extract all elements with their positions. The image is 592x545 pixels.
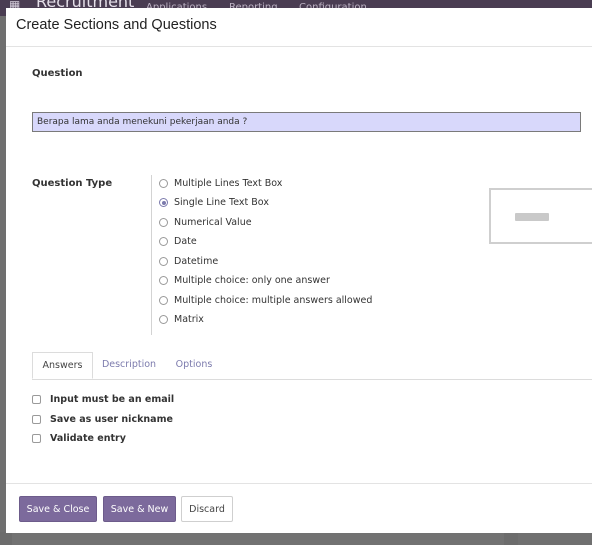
- radio-button[interactable]: [159, 295, 168, 305]
- checkbox[interactable]: [32, 394, 41, 404]
- radio-multiple-choice-multiple-answers[interactable]: Multiple choice: multiple answers allowe…: [159, 293, 372, 307]
- checkbox-label: Save as user nickname: [50, 413, 173, 425]
- radio-numerical-value[interactable]: Numerical Value: [159, 215, 252, 229]
- question-dialog: Create Sections and Questions Question Q…: [6, 8, 592, 533]
- radio-multiple-choice-one-answer[interactable]: Multiple choice: only one answer: [159, 274, 330, 288]
- radio-label: Datetime: [174, 255, 219, 267]
- tab-description[interactable]: Description: [98, 352, 160, 378]
- radio-matrix[interactable]: Matrix: [159, 313, 204, 327]
- question-type-preview: [489, 188, 592, 244]
- save-new-button[interactable]: Save & New: [103, 496, 176, 522]
- radio-single-line-text-box[interactable]: Single Line Text Box: [159, 196, 269, 210]
- dialog-title: Create Sections and Questions: [16, 17, 217, 33]
- dialog-header: Create Sections and Questions: [6, 8, 592, 47]
- radio-button[interactable]: [159, 237, 168, 246]
- radio-button[interactable]: [159, 315, 168, 324]
- radio-label: Date: [174, 236, 197, 247]
- checkbox-row-validate[interactable]: Validate entry: [32, 431, 126, 445]
- checkbox[interactable]: [32, 433, 41, 443]
- question-type-label: Question Type: [32, 178, 113, 189]
- radio-label: Multiple choice: only one answer: [174, 275, 330, 286]
- radio-label: Numerical Value: [174, 216, 252, 228]
- radio-label: Matrix: [174, 314, 204, 325]
- question-input[interactable]: [32, 112, 581, 132]
- question-type-radio-group: Multiple Lines Text Box Single Line Text…: [151, 175, 412, 335]
- single-line-preview-bar: [515, 213, 549, 221]
- tab-answers[interactable]: Answers: [32, 352, 93, 379]
- radio-label: Single Line Text Box: [174, 197, 269, 208]
- tab-options[interactable]: Options: [170, 352, 218, 378]
- radio-multiple-lines-text-box[interactable]: Multiple Lines Text Box: [159, 176, 282, 190]
- radio-button-selected[interactable]: [159, 198, 168, 207]
- discard-button[interactable]: Discard: [181, 496, 233, 522]
- checkbox-row-nickname[interactable]: Save as user nickname: [32, 412, 173, 426]
- save-close-button[interactable]: Save & Close: [19, 496, 97, 522]
- radio-button[interactable]: [159, 217, 168, 227]
- radio-button[interactable]: [159, 256, 168, 266]
- radio-datetime[interactable]: Datetime: [159, 254, 218, 268]
- radio-date[interactable]: Date: [159, 235, 197, 249]
- dialog-footer: Save & Close Save & New Discard: [6, 483, 592, 534]
- radio-button[interactable]: [159, 178, 168, 188]
- radio-button[interactable]: [159, 276, 168, 285]
- radio-label: Multiple choice: multiple answers allowe…: [174, 294, 373, 306]
- checkbox[interactable]: [32, 414, 41, 424]
- radio-label: Multiple Lines Text Box: [174, 177, 283, 189]
- checkbox-label: Input must be an email: [50, 393, 175, 405]
- tab-bar: Answers Description Options: [32, 352, 592, 380]
- checkbox-row-email[interactable]: Input must be an email: [32, 392, 174, 406]
- checkbox-label: Validate entry: [50, 432, 126, 444]
- question-label: Question: [32, 68, 83, 79]
